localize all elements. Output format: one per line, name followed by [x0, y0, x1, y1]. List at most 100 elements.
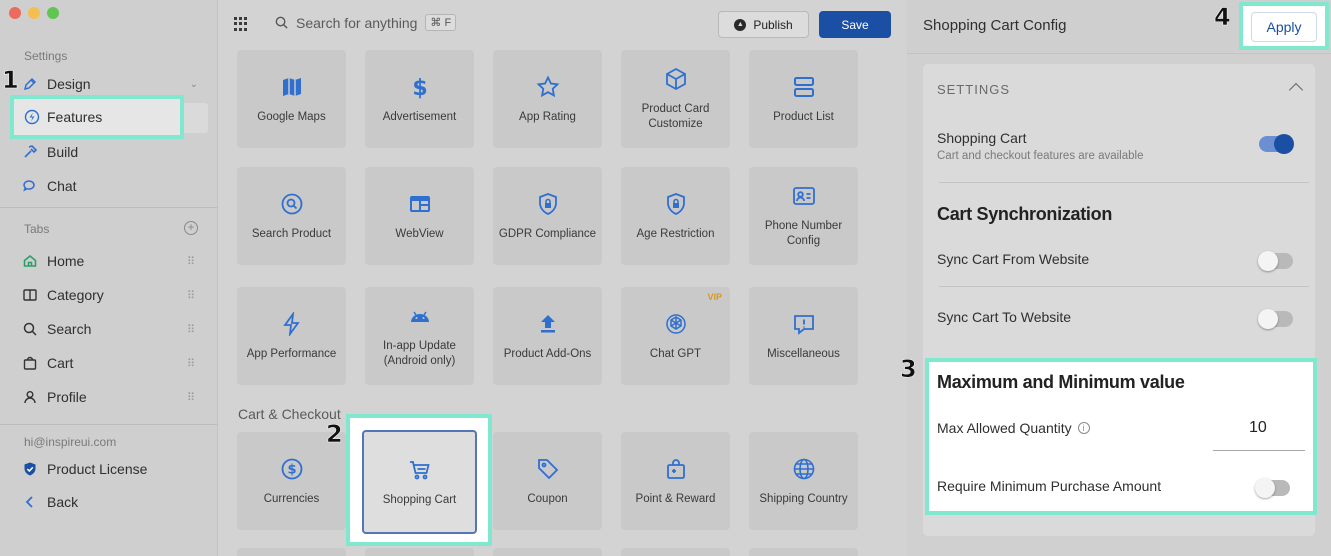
home-icon	[22, 253, 38, 269]
tile-label: Product List	[773, 110, 834, 123]
save-button[interactable]: Save	[819, 11, 891, 38]
max-qty-label: Max Allowed Quantity	[937, 420, 1072, 436]
sidebar-item-build[interactable]: Build	[14, 137, 208, 167]
highlight-features: Features	[10, 95, 184, 139]
tile-label: Phone Number Config	[764, 220, 843, 247]
tile-label: Chat GPT	[649, 347, 702, 360]
feature-tile-gdpr[interactable]: GDPR Compliance	[493, 167, 602, 265]
publish-label: Publish	[753, 17, 793, 32]
feature-tile-product-list[interactable]: Product List	[749, 50, 858, 148]
max-qty-input[interactable]: 10	[1213, 417, 1305, 451]
drag-handle-icon[interactable]: ⠿	[187, 289, 195, 302]
feature-tile-product-add-ons[interactable]: Product Add-Ons	[493, 287, 602, 385]
feature-tile-shopping-cart[interactable]: Shopping Cart	[362, 430, 477, 534]
account-email: hi@inspireui.com	[24, 435, 117, 449]
back-button[interactable]: Back	[14, 487, 208, 517]
shield-check-icon	[22, 461, 38, 477]
sync-to-label: Sync Cart To Website	[937, 309, 1072, 325]
tile-label: Point & Reward	[635, 492, 716, 505]
search-icon	[22, 321, 38, 337]
pen-icon	[22, 76, 38, 92]
android-icon	[407, 303, 433, 329]
drag-handle-icon[interactable]: ⠿	[187, 255, 195, 268]
sidebar-item-chat[interactable]: Chat	[14, 171, 208, 201]
sidebar-tab-search[interactable]: Search ⠿	[14, 314, 208, 344]
sidebar-item-label: Cart	[47, 355, 74, 371]
add-tab-icon[interactable]: +	[184, 221, 198, 235]
drag-handle-icon[interactable]: ⠿	[187, 391, 195, 404]
tile-label: App Performance	[246, 347, 337, 360]
feature-tile-coupon[interactable]: Coupon	[493, 432, 602, 530]
tile-label: App Rating	[519, 110, 576, 123]
sidebar-item-label: Profile	[47, 389, 87, 405]
highlight-shopping-cart: Shopping Cart	[346, 414, 492, 546]
feature-tile-phone-number[interactable]: Phone Number Config	[749, 167, 858, 265]
highlight-min-max: Maximum and Minimum value Max Allowed Qu…	[925, 358, 1317, 515]
apply-button[interactable]: Apply	[1251, 12, 1317, 42]
search-bar[interactable]: Search for anything ⌘ F	[274, 14, 457, 31]
search-shortcut: ⌘ F	[425, 14, 457, 31]
sidebar-item-features-highlight[interactable]: Features	[24, 109, 102, 125]
back-label: Back	[47, 494, 79, 510]
tile-label: In-app Update (Android only)	[383, 340, 456, 367]
window-controls	[9, 7, 59, 19]
shield-lock-icon	[535, 191, 561, 217]
feature-tile-in-app-update[interactable]: In-app Update (Android only)	[365, 287, 474, 385]
feature-tile-chat-gpt[interactable]: VIP Chat GPT	[621, 287, 730, 385]
chevron-up-icon[interactable]	[1288, 82, 1304, 98]
sidebar-tab-category[interactable]: Category ⠿	[14, 280, 208, 310]
feature-tile-point-reward[interactable]: Point & Reward	[621, 432, 730, 530]
feature-tile-app-rating[interactable]: App Rating	[493, 50, 602, 148]
map-icon	[279, 74, 305, 100]
info-icon[interactable]: i	[1077, 422, 1090, 434]
feature-tile-app-performance[interactable]: App Performance	[237, 287, 346, 385]
close-window-button[interactable]	[9, 7, 21, 19]
feature-tile-miscellaneous[interactable]: Miscellaneous	[749, 287, 858, 385]
sidebar-tab-profile[interactable]: Profile ⠿	[14, 382, 208, 412]
tile-label: Currencies	[263, 492, 320, 505]
config-title: Shopping Cart Config	[923, 17, 1067, 34]
openai-icon	[663, 311, 689, 337]
feature-tile-google-maps[interactable]: Google Maps	[237, 50, 346, 148]
sidebar-item-label: Design	[47, 76, 91, 92]
sync-to-toggle[interactable]	[1258, 309, 1293, 329]
publish-button[interactable]: ▲ Publish	[718, 11, 809, 38]
user-icon	[22, 389, 38, 405]
apps-grid-icon[interactable]	[234, 17, 248, 31]
feature-tile-webview[interactable]: WebView	[365, 167, 474, 265]
sidebar-item-label: Features	[47, 109, 103, 125]
sync-from-toggle[interactable]	[1258, 251, 1293, 271]
step-number-4: 4	[1214, 3, 1231, 32]
tile-label: Age Restriction	[636, 227, 715, 240]
drag-handle-icon[interactable]: ⠿	[187, 323, 195, 336]
shopping-cart-description: Cart and checkout features are available	[937, 150, 1144, 162]
tile-label: Google Maps	[257, 110, 326, 123]
minimize-window-button[interactable]	[28, 7, 40, 19]
feature-tile-shipping-country[interactable]: Shipping Country	[749, 432, 858, 530]
sidebar-item-label: Search	[47, 321, 92, 337]
step-number-3: 3	[900, 355, 917, 384]
drag-handle-icon[interactable]: ⠿	[187, 357, 195, 370]
sidebar-item-label: Home	[47, 253, 85, 269]
cart-icon	[407, 457, 433, 483]
search-placeholder: Search for anything	[296, 14, 418, 31]
book-icon	[22, 287, 38, 303]
sidebar-item-label: Product License	[47, 461, 148, 477]
browser-icon	[407, 191, 433, 217]
sidebar-tab-home[interactable]: Home ⠿	[14, 246, 208, 276]
bag-icon	[22, 355, 38, 371]
maximize-window-button[interactable]	[47, 7, 59, 19]
tile-label: Shipping Country	[759, 492, 848, 505]
feature-tile-age-restriction[interactable]: Age Restriction	[621, 167, 730, 265]
min-purchase-toggle[interactable]	[1255, 478, 1290, 498]
shopping-cart-toggle[interactable]	[1259, 134, 1294, 154]
sidebar-tab-cart[interactable]: Cart ⠿	[14, 348, 208, 378]
feature-tile-search-product[interactable]: Search Product	[237, 167, 346, 265]
feature-tile-advertisement[interactable]: $ Advertisement	[365, 50, 474, 148]
sidebar-item-product-license[interactable]: Product License	[14, 454, 208, 484]
alert-bubble-icon	[791, 311, 817, 337]
tile-label: Miscellaneous	[767, 347, 840, 360]
lightning-icon	[24, 109, 40, 125]
chevron-down-icon[interactable]: ⌄	[190, 79, 198, 90]
feature-tile-product-card[interactable]: Product Card Customize	[621, 50, 730, 148]
